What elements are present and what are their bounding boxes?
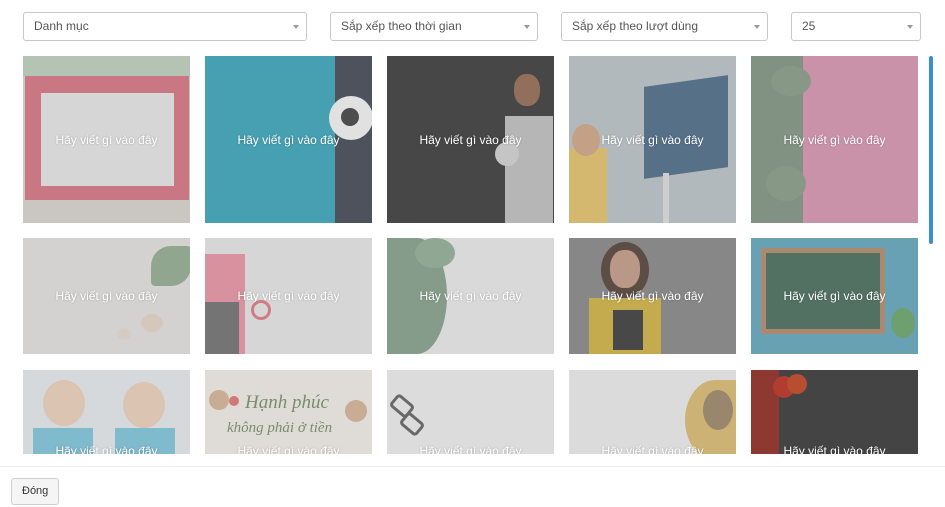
template-tile[interactable]: Hãy viết gì vào đây	[387, 56, 554, 223]
tile-caption: Hãy viết gì vào đây	[237, 289, 340, 303]
tile-caption: Hãy viết gì vào đây	[419, 444, 522, 454]
template-tile[interactable]: Hãy viết gì vào đây	[751, 56, 918, 223]
tile-caption: Hãy viết gì vào đây	[237, 444, 340, 454]
tile-caption: Hãy viết gì vào đây	[55, 133, 158, 147]
template-tile[interactable]: Hãy viết gì vào đây	[387, 370, 554, 454]
template-tile[interactable]: Hãy viết gì vào đây	[569, 56, 736, 223]
chevron-down-icon	[907, 25, 913, 29]
template-tile[interactable]: Hãy viết gì vào đây	[751, 370, 918, 454]
page-size-select[interactable]: 25	[791, 12, 921, 41]
tile-caption: Hãy viết gì vào đây	[55, 289, 158, 303]
tile-caption: Hãy viết gì vào đây	[601, 289, 704, 303]
tile-caption: Hãy viết gì vào đây	[55, 444, 158, 454]
template-tile[interactable]: Hãy viết gì vào đây	[23, 370, 190, 454]
template-tile[interactable]: Hãy viết gì vào đây	[569, 370, 736, 454]
tile-caption: Hãy viết gì vào đây	[601, 444, 704, 454]
template-tile[interactable]: Hãy viết gì vào đây	[23, 56, 190, 223]
tile-caption: Hãy viết gì vào đây	[601, 133, 704, 147]
filter-bar: Danh mục Sắp xếp theo thời gian Sắp xếp …	[23, 12, 921, 41]
template-tile[interactable]: Hạnh phúc không phải ở tiền Hãy viết gì …	[205, 370, 372, 454]
tile-caption: Hãy viết gì vào đây	[237, 133, 340, 147]
tile-caption: Hãy viết gì vào đây	[783, 289, 886, 303]
template-tile[interactable]: Hãy viết gì vào đây	[751, 238, 918, 354]
category-select[interactable]: Danh mục	[23, 12, 307, 41]
template-tile[interactable]: Hãy viết gì vào đây	[205, 56, 372, 223]
tile-caption: Hãy viết gì vào đây	[783, 133, 886, 147]
dialog-footer: Đóng	[0, 466, 945, 507]
chevron-down-icon	[293, 25, 299, 29]
sort-by-time-value: Sắp xếp theo thời gian	[341, 19, 462, 33]
sort-by-time-select[interactable]: Sắp xếp theo thời gian	[330, 12, 538, 41]
page-size-value: 25	[802, 19, 816, 33]
template-tile[interactable]: Hãy viết gì vào đây	[569, 238, 736, 354]
category-select-value: Danh mục	[34, 19, 89, 33]
close-button[interactable]: Đóng	[11, 478, 60, 505]
template-tile[interactable]: Hãy viết gì vào đây	[387, 238, 554, 354]
chevron-down-icon	[524, 25, 530, 29]
grid-scrollbar[interactable]	[929, 56, 933, 244]
template-grid: Hãy viết gì vào đây Hãy viết gì vào đây …	[23, 56, 928, 454]
tile-caption: Hãy viết gì vào đây	[783, 444, 886, 454]
sort-by-usage-value: Sắp xếp theo lượt dùng	[572, 19, 698, 33]
template-tile[interactable]: Hãy viết gì vào đây	[205, 238, 372, 354]
tile-caption: Hãy viết gì vào đây	[419, 133, 522, 147]
template-tile[interactable]: Hãy viết gì vào đây	[23, 238, 190, 354]
tile-caption: Hãy viết gì vào đây	[419, 289, 522, 303]
sort-by-usage-select[interactable]: Sắp xếp theo lượt dùng	[561, 12, 768, 41]
chevron-down-icon	[754, 25, 760, 29]
